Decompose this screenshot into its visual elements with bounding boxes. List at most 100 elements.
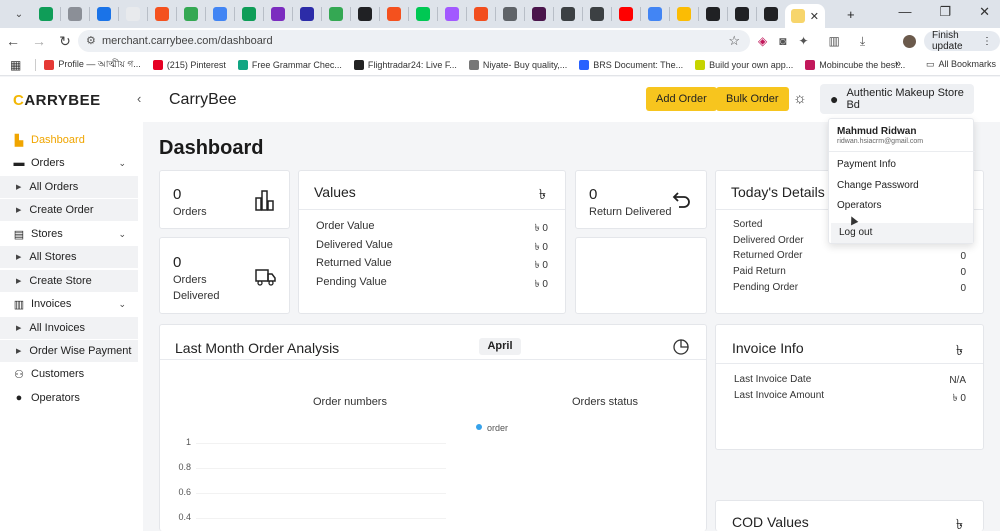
menu-item-log-out[interactable]: Log out: [831, 223, 973, 243]
tab-favicon-icon[interactable]: [39, 7, 53, 21]
all-bookmarks-button[interactable]: ▭ All Bookmarks: [926, 59, 996, 70]
sidebar-item-invoices[interactable]: ▥ Invoices ⌄: [0, 293, 138, 315]
tab-favicon-icon[interactable]: [213, 7, 227, 21]
sidebar-item-all-orders[interactable]: ▶ All Orders: [0, 176, 138, 198]
bookmark-item[interactable]: Build your own app...: [695, 57, 793, 72]
tab-favicon-icon[interactable]: [532, 7, 546, 21]
download-icon[interactable]: ⤓: [860, 34, 865, 49]
bulk-order-button[interactable]: Bulk Order: [716, 87, 789, 111]
site-info-icon[interactable]: ⚙: [86, 34, 96, 47]
tab-favicon-icon[interactable]: [242, 7, 256, 21]
tab-favicon-icon[interactable]: [271, 7, 285, 21]
bookmark-list: Profile — আত্মীয় গ... (215) Pinterest Fre…: [44, 57, 917, 72]
reload-icon[interactable]: ↻: [52, 33, 78, 50]
orders-card[interactable]: 0 Orders: [159, 170, 290, 229]
sidebar-item-customers[interactable]: ⚇ Customers: [0, 363, 138, 385]
browser-tab-strip: ⌄ ✕ + — ❐ ✕: [0, 0, 1000, 28]
month-selector[interactable]: April: [479, 338, 521, 355]
sidebar-item-dashboard[interactable]: ▙ Dashboard: [0, 129, 138, 151]
tab-favicon-icon[interactable]: [184, 7, 198, 21]
tab-favicon-icon[interactable]: [300, 7, 314, 21]
tab-favicon-icon[interactable]: [706, 7, 720, 21]
sidebar-item-all-stores[interactable]: ▶ All Stores: [0, 246, 138, 268]
new-tab-button[interactable]: +: [847, 7, 855, 22]
forward-icon[interactable]: →: [26, 33, 52, 49]
chevron-down-icon: ⌄: [118, 298, 126, 309]
sidebar-item-all-invoices[interactable]: ▶ All Invoices: [0, 317, 138, 339]
tab-favicon-icon[interactable]: [619, 7, 633, 21]
extensions-puzzle-icon[interactable]: ✦: [798, 34, 808, 49]
restore-icon[interactable]: ❐: [939, 4, 951, 20]
app-header: CARRYBEE ‹ CarryBee Add Order Bulk Order…: [0, 77, 1000, 122]
tab-favicon-icon[interactable]: [474, 7, 488, 21]
menu-item-operators[interactable]: Operators: [829, 196, 971, 216]
tab-favicon-icon[interactable]: [97, 7, 111, 21]
carrybee-logo[interactable]: CARRYBEE: [13, 92, 101, 109]
tab-favicon-icon[interactable]: [68, 7, 82, 21]
more-bookmarks-icon[interactable]: »: [895, 58, 901, 70]
sidebar-item-orders[interactable]: ▬ Orders ⌄: [0, 152, 138, 174]
back-icon[interactable]: ←: [0, 33, 26, 49]
row-label: Pending Value: [316, 275, 387, 288]
tab-favicon-icon[interactable]: [648, 7, 662, 21]
analysis-title: Last Month Order Analysis: [175, 340, 340, 356]
collapse-sidebar-icon[interactable]: ‹: [137, 91, 141, 106]
tab-favicon-icon[interactable]: [387, 7, 401, 21]
extension-icon[interactable]: ◈: [758, 34, 767, 49]
tab-favicon-icon[interactable]: [329, 7, 343, 21]
close-window-icon[interactable]: ✕: [979, 4, 990, 20]
address-bar[interactable]: ⚙ merchant.carrybee.com/dashboard ☆: [78, 30, 750, 52]
browser-tabs: [32, 7, 785, 21]
menu-item-payment-info[interactable]: Payment Info: [829, 155, 971, 175]
y-tick-0.4: 0.4: [178, 512, 191, 522]
bookmark-star-icon[interactable]: ☆: [728, 33, 740, 49]
tab-favicon-icon[interactable]: [445, 7, 459, 21]
sidepanel-icon[interactable]: ▥: [829, 34, 840, 49]
sidebar-item-create-order[interactable]: ▶ Create Order: [0, 199, 138, 221]
tab-separator: [495, 7, 496, 21]
bookmark-item[interactable]: Flightradar24: Live F...: [353, 57, 457, 72]
delivery-truck-icon: [255, 269, 276, 286]
tab-close-icon[interactable]: ✕: [810, 10, 819, 23]
profile-avatar[interactable]: [903, 35, 916, 48]
orders-delivered-card[interactable]: 0 Orders Delivered: [159, 237, 290, 314]
menu-item-change-password[interactable]: Change Password: [829, 176, 971, 196]
camera-icon[interactable]: ◙: [779, 34, 786, 49]
apps-grid-icon[interactable]: ▦: [10, 58, 21, 72]
tab-favicon-icon[interactable]: [590, 7, 604, 21]
add-order-button[interactable]: Add Order: [646, 87, 717, 111]
theme-toggle-sun-icon[interactable]: ☼: [793, 90, 807, 107]
return-delivered-card[interactable]: 0 Return Delivered: [575, 170, 707, 229]
bookmark-item[interactable]: Niyate- Buy quality,...: [468, 57, 567, 72]
bookmark-item[interactable]: Mobincube the best...: [805, 57, 905, 72]
sidebar-item-operators[interactable]: ● Operators: [0, 387, 138, 409]
tab-favicon-icon[interactable]: [155, 7, 169, 21]
tab-favicon-icon[interactable]: [764, 7, 778, 21]
tab-favicon-icon[interactable]: [503, 7, 517, 21]
caret-right-icon: ▶: [16, 325, 22, 332]
bookmark-item[interactable]: Free Grammar Chec...: [237, 57, 342, 72]
tab-favicon-icon[interactable]: [358, 7, 372, 21]
tab-favicon-icon[interactable]: [416, 7, 430, 21]
tab-search-icon[interactable]: ⌄: [6, 9, 32, 20]
tab-separator: [437, 7, 438, 21]
values-divider: [299, 209, 565, 210]
bookmark-item[interactable]: BRS Document: The...: [579, 57, 683, 72]
logo-initial: C: [13, 92, 25, 109]
sidebar-item-order-wise-payment[interactable]: ▶ Order Wise Payment: [0, 340, 138, 362]
bookmark-favicon-icon: [44, 59, 55, 70]
sidebar-item-create-store[interactable]: ▶ Create Store: [0, 270, 138, 292]
browser-tab-active[interactable]: ✕: [785, 4, 825, 28]
tab-favicon-icon[interactable]: [126, 7, 140, 21]
sidebar-item-stores[interactable]: ▤ Stores ⌄: [0, 223, 138, 245]
tab-favicon-icon[interactable]: [735, 7, 749, 21]
store-account-button[interactable]: ● Authentic Makeup Store Bd: [820, 84, 974, 114]
bookmark-item[interactable]: (215) Pinterest: [152, 57, 226, 72]
finish-update-button[interactable]: Finish update ⋮: [924, 30, 1000, 52]
bookmark-item[interactable]: Profile — আত্মীয় গ...: [44, 57, 141, 72]
tab-separator: [263, 7, 264, 21]
tab-favicon-icon[interactable]: [561, 7, 575, 21]
pie-chart-icon[interactable]: [673, 337, 691, 355]
minimize-icon[interactable]: —: [898, 4, 911, 20]
tab-favicon-icon[interactable]: [677, 7, 691, 21]
